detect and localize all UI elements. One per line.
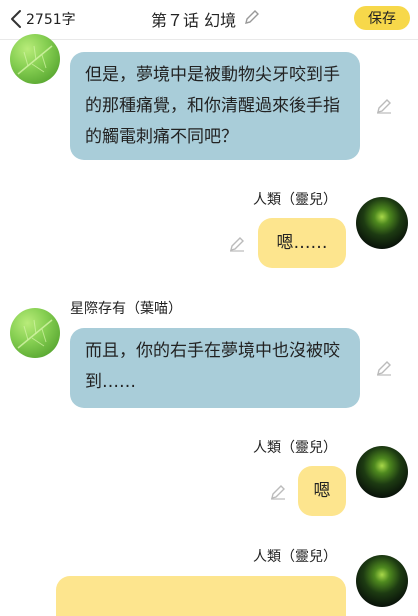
message-bubble[interactable]: 而且，你的右手在夢境中也沒被咬到…… bbox=[70, 328, 360, 408]
chevron-left-icon bbox=[10, 9, 22, 29]
sender-name: 星際存有（葉喵） bbox=[70, 301, 182, 317]
message-bubble[interactable]: 嗯 bbox=[298, 466, 346, 516]
chapter-title-area[interactable]: 第７话 幻境 bbox=[151, 7, 260, 31]
planet-avatar[interactable] bbox=[356, 197, 408, 249]
message-text: 嗯 bbox=[313, 480, 331, 501]
sender-name: 人類（靈兒） bbox=[253, 549, 337, 565]
sender-name: 人類（靈兒） bbox=[253, 192, 337, 208]
pencil-icon[interactable] bbox=[244, 9, 260, 29]
pencil-icon[interactable] bbox=[229, 236, 245, 256]
pencil-icon[interactable] bbox=[376, 98, 392, 118]
message-text: 但是，夢境中是被動物尖牙咬到手的那種痛覺，和你清醒過來後手指的觸電刺痛不同吧？ bbox=[85, 65, 340, 147]
planet-avatar[interactable] bbox=[356, 446, 408, 498]
pencil-icon[interactable] bbox=[376, 360, 392, 380]
message-bubble[interactable] bbox=[56, 576, 346, 616]
word-count: 2751字 bbox=[26, 12, 76, 28]
message-text: 嗯…… bbox=[276, 232, 328, 253]
back-button[interactable]: 2751字 bbox=[10, 8, 76, 30]
pencil-icon[interactable] bbox=[270, 484, 286, 504]
save-button[interactable]: 保存 bbox=[354, 6, 410, 30]
message-bubble[interactable]: 但是，夢境中是被動物尖牙咬到手的那種痛覺，和你清醒過來後手指的觸電刺痛不同吧？ bbox=[70, 52, 360, 160]
sender-name: 人類（靈兒） bbox=[253, 440, 337, 456]
message-bubble[interactable]: 嗯…… bbox=[258, 218, 346, 268]
leaf-avatar[interactable] bbox=[10, 308, 60, 358]
planet-avatar[interactable] bbox=[356, 555, 408, 607]
message-text: 而且，你的右手在夢境中也沒被咬到…… bbox=[85, 341, 340, 392]
top-bar: 2751字 第７话 幻境 保存 bbox=[0, 0, 418, 40]
leaf-avatar[interactable] bbox=[10, 34, 60, 84]
chapter-title: 第７话 幻境 bbox=[151, 11, 237, 30]
